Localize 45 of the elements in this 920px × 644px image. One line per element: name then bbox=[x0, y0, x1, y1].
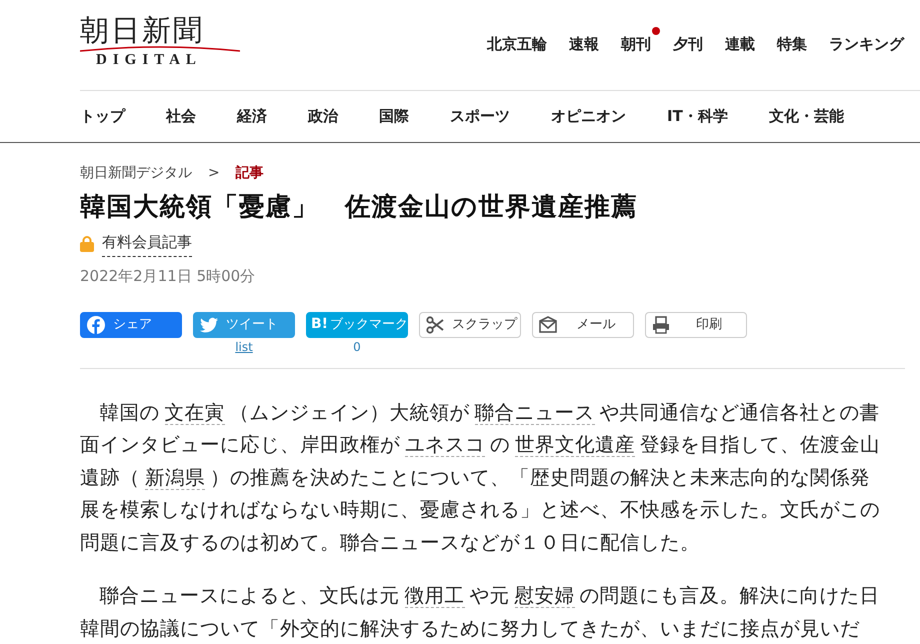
top-nav-link[interactable]: 朝刊 bbox=[621, 35, 651, 53]
print-button[interactable]: 印刷 bbox=[645, 312, 747, 338]
article-title: 韓国大統領「憂慮」 佐渡金山の世界遺産推薦 bbox=[80, 192, 638, 223]
lock-icon bbox=[80, 235, 94, 252]
top-nav-link[interactable]: 連載 bbox=[725, 35, 755, 53]
article-date: 2022年2月11日 5時00分 bbox=[80, 266, 256, 288]
logo[interactable]: 朝日新聞 DIGITAL bbox=[80, 0, 240, 68]
scrap-button[interactable]: スクラップ bbox=[419, 312, 521, 338]
mail-button[interactable]: メール bbox=[532, 312, 634, 338]
keyword-link[interactable]: 聯合ニュース bbox=[474, 400, 595, 425]
breadcrumb-separator: > bbox=[208, 164, 220, 183]
scissors-icon bbox=[426, 316, 444, 334]
keyword-link[interactable]: ユネスコ bbox=[405, 433, 485, 458]
keyword-link[interactable]: 新潟県 bbox=[145, 466, 205, 490]
envelope-icon bbox=[539, 316, 557, 334]
top-nav-link[interactable]: 北京五輪 bbox=[487, 35, 547, 53]
printer-icon bbox=[652, 316, 670, 334]
nav-tab[interactable]: 政治 bbox=[308, 105, 338, 128]
keyword-link[interactable]: 文在寅 bbox=[164, 400, 225, 425]
top-nav-link[interactable]: 特集 bbox=[777, 35, 807, 53]
article-paragraph: 聯合ニュースによると、文氏は元 徴用工 や元 慰安婦 の問題にも言及。解決に向けた日韓間の協議について「外交的に解決するために努力してきたが、いまだに接点が見いだ bbox=[80, 583, 880, 642]
nav-tab[interactable]: 国際 bbox=[379, 105, 409, 128]
nav-tab[interactable]: トップ bbox=[80, 105, 125, 128]
paid-member-label[interactable]: 有料会員記事 bbox=[102, 230, 192, 258]
breadcrumb-link[interactable]: 記事 bbox=[236, 163, 264, 184]
keyword-link[interactable]: 慰安婦 bbox=[514, 584, 575, 608]
facebook-icon bbox=[87, 316, 105, 334]
bookmark-logo-icon: B! bbox=[311, 314, 328, 336]
keyword-link[interactable]: 徴用工 bbox=[404, 584, 465, 608]
nav-tab[interactable]: 経済 bbox=[237, 105, 267, 128]
top-nav-link[interactable]: 速報 bbox=[569, 35, 599, 53]
keyword-link[interactable]: 世界文化遺産 bbox=[515, 433, 635, 458]
list-link[interactable]: list bbox=[235, 338, 253, 356]
nav-tab[interactable]: 文化・芸能 bbox=[768, 105, 844, 128]
top-nav-link[interactable]: 夕刊 bbox=[673, 35, 703, 53]
bird-icon bbox=[200, 316, 218, 334]
nav-tab[interactable]: スポーツ bbox=[450, 105, 510, 128]
breadcrumb-link[interactable]: 朝日新聞デジタル bbox=[80, 163, 192, 184]
share-count: 0 bbox=[353, 338, 361, 356]
top-nav-link[interactable]: ランキング bbox=[829, 35, 904, 53]
nav-tab[interactable]: 社会 bbox=[166, 105, 196, 128]
nav-tab[interactable]: IT・科学 bbox=[667, 105, 728, 128]
share-button[interactable]: シェア bbox=[80, 312, 182, 338]
article-paragraph: 韓国の 文在寅 （ムンジェイン）大統領が 聯合ニュース や共同通信など通信各社との書面インタビューに応じ、岸田政権が ユネスコ の 世界文化遺産 登録を目指して、佐渡金山遺跡（ 新潟県 ）の推薦を決めたことについて、「歴史問題の解決と未来志向的な関係発展を模索しなければならない時期に、憂慮される」と述べ、不快感を示した。文氏がこの問題に言及するのは初めて。聯合ニュースなどが１０日に配信した。 bbox=[80, 400, 880, 556]
nav-tab[interactable]: オピニオン bbox=[551, 105, 626, 128]
